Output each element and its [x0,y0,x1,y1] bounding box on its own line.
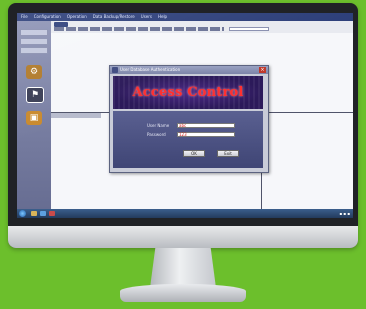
taskbar-folder-icon[interactable] [31,211,37,216]
menu-configuration[interactable]: Configuration [34,13,61,21]
sidebar: ⚙ ⚑ ▣ [17,21,51,209]
menu-operation[interactable]: Operation [67,13,87,21]
menu-file[interactable]: File [21,13,28,21]
login-dialog: User Database Authentication × Access Co… [109,65,269,173]
username-row: User Name abc [147,122,235,128]
monitor-base [120,284,246,302]
start-orb-icon[interactable] [19,210,26,217]
taskbar-browser-icon[interactable] [40,211,46,216]
taskbar-clock: ▪ ▪ ▪ [339,211,350,216]
menu-bar: File Configuration Operation Data Backup… [17,13,353,21]
sidebar-card-icon[interactable]: ▣ [26,111,42,125]
sidebar-button-2[interactable] [20,38,48,45]
banner-title: Access Control [132,85,244,100]
screen: File Configuration Operation Data Backup… [17,13,353,218]
monitor-bezel [8,226,358,248]
password-field[interactable]: 123 [177,131,235,137]
dialog-app-icon [112,67,118,73]
sidebar-door-icon[interactable]: ⚑ [26,87,44,103]
sidebar-button-1[interactable] [20,29,48,36]
toolbar-buttons[interactable] [54,27,224,31]
monitor-stand [150,248,216,288]
dialog-title: User Database Authentication [120,67,181,72]
close-icon[interactable]: × [259,67,266,73]
username-label: User Name [147,122,170,128]
username-field[interactable]: abc [177,122,235,128]
password-row: Password 123 [147,131,235,137]
banner: Access Control [113,76,263,109]
ok-button[interactable]: OK [183,150,205,157]
login-form: User Name abc Password 123 OK Exit [113,111,263,168]
password-label: Password [147,131,166,137]
dialog-title-bar[interactable]: User Database Authentication [110,66,268,74]
exit-button[interactable]: Exit [217,150,239,157]
menu-help[interactable]: Help [158,13,167,21]
sidebar-gear-icon[interactable]: ⚙ [26,65,42,79]
sidebar-button-3[interactable] [20,47,48,54]
pane-header [51,113,101,118]
menu-users[interactable]: Users [141,13,152,21]
taskbar-app-icon[interactable] [49,211,55,216]
taskbar: ▪ ▪ ▪ [17,209,353,218]
toolbar-field[interactable] [229,27,269,31]
menu-backup[interactable]: Data Backup/Restore [93,13,135,21]
